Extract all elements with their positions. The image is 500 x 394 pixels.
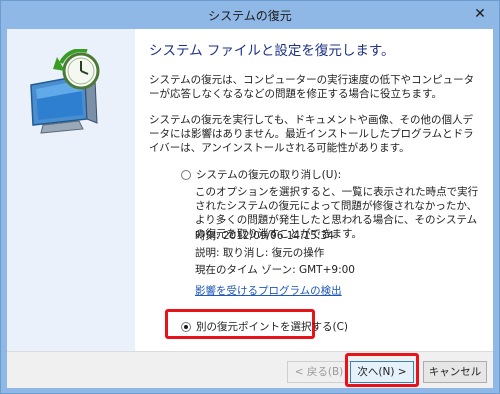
restore-description: 説明: 取り消し: 復元の操作	[195, 247, 325, 259]
choose-other-restore-point-label: 別の復元ポイントを選択する(C)	[196, 321, 349, 333]
wizard-content: システム ファイルと設定を復元します。 システムの復元は、コンピューターの実行速…	[7, 29, 493, 351]
undo-restore-radio[interactable]	[181, 169, 191, 180]
title-bar: システムの復元 ✕	[1, 1, 499, 29]
cancel-button[interactable]: キャンセル	[423, 361, 487, 383]
next-button[interactable]: 次へ(N) >	[350, 361, 414, 383]
undo-restore-label: システムの復元の取り消し(U):	[196, 169, 342, 181]
close-icon: ✕	[474, 6, 486, 22]
wizard-footer: < 戻る(B) 次へ(N) > キャンセル	[7, 351, 493, 388]
main-pane: システム ファイルと設定を復元します。 システムの復元は、コンピューターの実行速…	[147, 29, 487, 351]
choose-other-restore-point-radio[interactable]	[181, 321, 191, 332]
intro-paragraph: システムの復元は、コンピューターの実行速度の低下やコンピューターが応答しなくなる…	[149, 74, 475, 100]
system-restore-window: システムの復元 ✕ システム ファイルと設定を復元します。 システムの復元は、コ…	[0, 0, 500, 394]
left-pane	[7, 29, 135, 351]
undo-restore-option[interactable]: システムの復元の取り消し(U):	[181, 167, 341, 182]
restore-time: 時刻: 2012/09/06 14:15:34	[195, 230, 334, 242]
back-button[interactable]: < 戻る(B)	[287, 361, 351, 383]
scan-affected-programs-link[interactable]: 影響を受けるプログラムの検出	[195, 283, 342, 298]
window-title: システムの復元	[208, 9, 292, 23]
timezone-text: 現在のタイム ゾーン: GMT+9:00	[195, 264, 355, 276]
data-notice-paragraph: システムの復元を実行しても、ドキュメントや画像、その他の個人データには影響はあり…	[149, 114, 474, 154]
close-button[interactable]: ✕	[465, 5, 495, 23]
system-restore-icon	[23, 48, 115, 139]
page-heading: システム ファイルと設定を復元します。	[149, 43, 395, 59]
choose-other-restore-point-option[interactable]: 別の復元ポイントを選択する(C)	[181, 319, 348, 334]
